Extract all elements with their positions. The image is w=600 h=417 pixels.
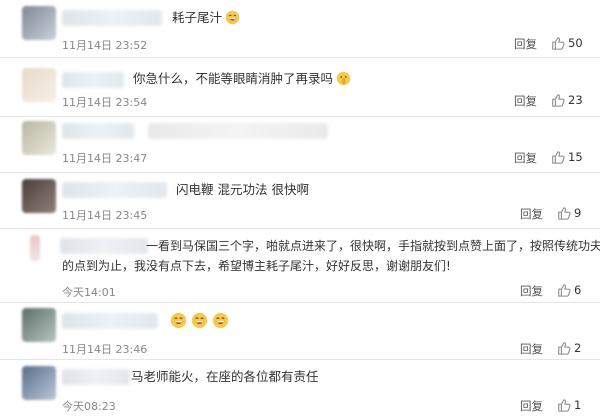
like-button[interactable]: 15 — [551, 150, 583, 164]
comment-item: 11月14日 23:46 回复 2 — [0, 303, 600, 358]
comment-time: 11月14日 23:54 — [62, 96, 148, 109]
comment-time: 11月14日 23:45 — [62, 209, 148, 222]
username[interactable] — [60, 238, 148, 254]
like-count: 50 — [568, 36, 583, 50]
reply-button[interactable]: 回复 — [514, 150, 537, 166]
like-count: 2 — [574, 341, 582, 355]
comment-item: 你急什么，不能等眼睛消肿了再录吗 11月14日 23:54 回复 23 — [0, 58, 600, 116]
grin-emoji-icon — [225, 10, 240, 25]
comment-time: 11月14日 23:52 — [62, 39, 148, 52]
avatar[interactable] — [22, 68, 56, 102]
comment-text-blurred — [148, 123, 328, 139]
thumbs-up-icon — [558, 399, 571, 412]
comment-time: 11月14日 23:47 — [62, 152, 148, 165]
comment-text: 你急什么，不能等眼睛消肿了再录吗 — [133, 70, 351, 88]
avatar[interactable] — [22, 308, 56, 342]
comment-text: 马老师能火，在座的各位都有责任 — [131, 369, 319, 384]
like-button[interactable]: 1 — [557, 398, 581, 412]
reply-button[interactable]: 回复 — [514, 93, 537, 109]
like-count: 1 — [574, 398, 582, 412]
thumbs-up-icon — [558, 284, 571, 297]
comment-emoji-row — [170, 312, 229, 329]
username[interactable] — [62, 313, 158, 329]
thumbs-up-icon — [552, 151, 565, 164]
thumbs-up-icon — [552, 37, 565, 50]
comment-text-line1: 一看到马保国三个字，啪就点进来了，很快啊，手指就按到点赞上面了，按照传统功夫 — [146, 239, 600, 253]
reply-button[interactable]: 回复 — [520, 206, 543, 222]
comment-text-line2: 的点到为止，我没有点下去，希望博主耗子尾汁，好好反思，谢谢朋友们! — [62, 259, 451, 273]
thumbs-up-icon — [558, 207, 571, 220]
avatar[interactable] — [22, 121, 56, 155]
comment-item: 11月14日 23:47 回复 15 — [0, 117, 600, 172]
grin-emoji-icon — [170, 312, 187, 329]
thumbs-up-icon — [558, 342, 571, 355]
comment-item: 马老师能火，在座的各位都有责任 今天08:23 回复 1 — [0, 360, 600, 417]
like-count: 15 — [568, 150, 583, 164]
reply-button[interactable]: 回复 — [520, 341, 543, 357]
reply-button[interactable]: 回复 — [514, 36, 537, 52]
username[interactable] — [62, 72, 124, 88]
comment-text: 闪电鞭 混元功法 很快啊 — [176, 182, 309, 197]
like-count: 9 — [574, 206, 582, 220]
like-button[interactable]: 2 — [557, 341, 581, 355]
comment-item: 闪电鞭 混元功法 很快啊 11月14日 23:45 回复 9 — [0, 173, 600, 228]
comment-time: 今天08:23 — [62, 400, 116, 413]
reply-button[interactable]: 回复 — [520, 283, 543, 299]
comment-time: 11月14日 23:46 — [62, 343, 148, 356]
username[interactable] — [62, 10, 162, 26]
avatar[interactable] — [22, 179, 56, 213]
shush-emoji-icon — [336, 71, 351, 86]
reply-button[interactable]: 回复 — [520, 398, 543, 414]
thumbs-up-icon — [552, 94, 565, 107]
like-button[interactable]: 9 — [557, 206, 581, 220]
like-count: 6 — [574, 283, 582, 297]
username[interactable] — [62, 369, 130, 385]
grin-emoji-icon — [191, 312, 208, 329]
username[interactable] — [62, 123, 134, 139]
username[interactable] — [62, 182, 167, 198]
comment-item: 一看到马保国三个字，啪就点进来了，很快啊，手指就按到点赞上面了，按照传统功夫 的… — [0, 229, 600, 301]
avatar[interactable] — [22, 366, 56, 400]
avatar[interactable] — [30, 235, 40, 261]
like-button[interactable]: 50 — [551, 36, 583, 50]
like-count: 23 — [568, 93, 583, 107]
like-button[interactable]: 23 — [551, 93, 583, 107]
avatar[interactable] — [22, 6, 56, 40]
grin-emoji-icon — [212, 312, 229, 329]
like-button[interactable]: 6 — [557, 283, 581, 297]
comment-time: 今天14:01 — [62, 286, 116, 299]
comment-text: 耗子尾汁 — [172, 9, 240, 27]
comment-item: 耗子尾汁 11月14日 23:52 回复 50 — [0, 0, 600, 55]
